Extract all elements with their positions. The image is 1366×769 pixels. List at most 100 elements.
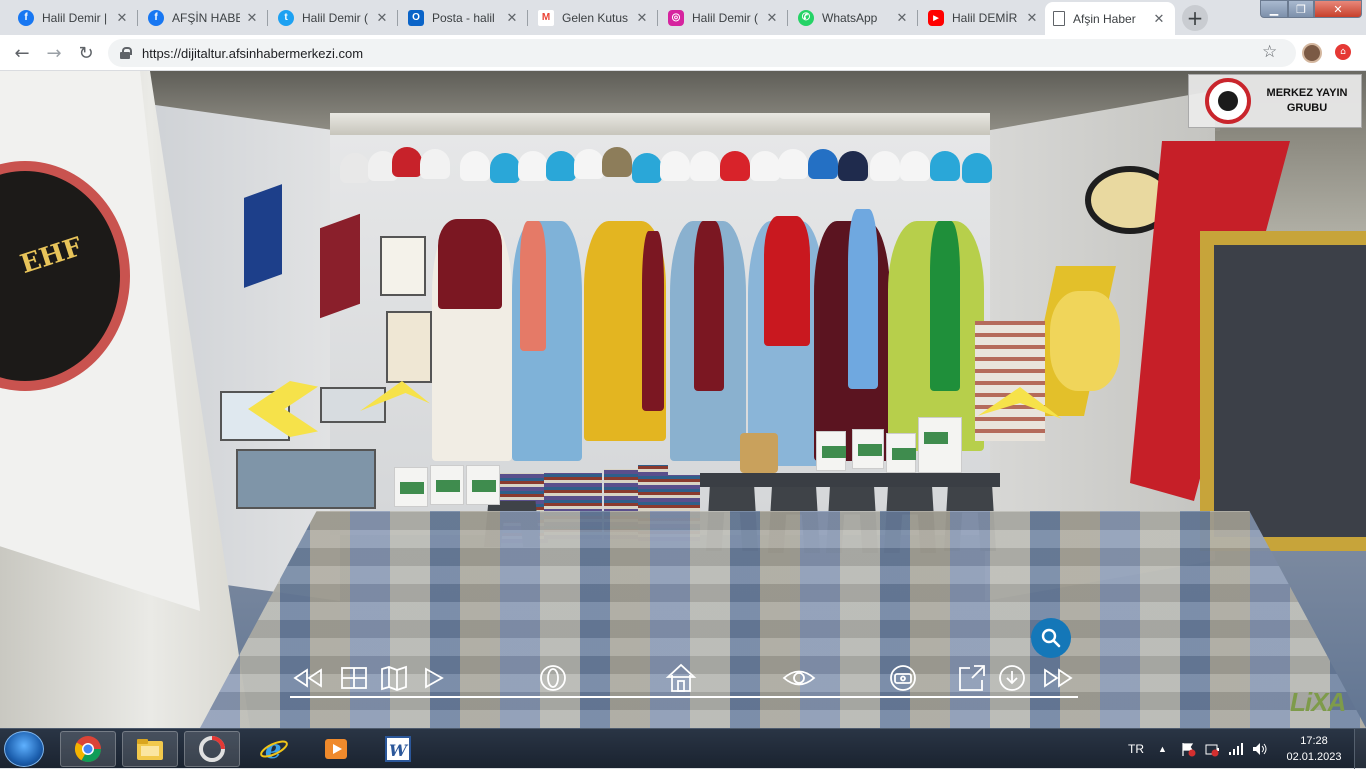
- lixa-brand-logo[interactable]: LiXA: [1290, 687, 1346, 718]
- tab-label: Posta - halil: [432, 10, 495, 25]
- close-window-button[interactable]: ✕: [1314, 0, 1362, 18]
- tab-3[interactable]: t Halil Demir ( ✕: [270, 2, 398, 33]
- taskbar-explorer[interactable]: [122, 731, 178, 767]
- taskbar-media-app[interactable]: [184, 731, 240, 767]
- logo-text: MERKEZ YAYIN GRUBU: [1266, 87, 1348, 114]
- input-language[interactable]: TR: [1128, 729, 1144, 769]
- tab-5[interactable]: M Gelen Kutus ✕: [530, 2, 658, 33]
- volume-icon[interactable]: [1252, 729, 1268, 769]
- close-tab-icon[interactable]: ✕: [244, 10, 260, 26]
- play-button[interactable]: [418, 661, 448, 695]
- close-tab-icon[interactable]: ✕: [504, 10, 520, 26]
- new-tab-button[interactable]: +: [1182, 5, 1208, 31]
- download-icon: [999, 665, 1025, 691]
- whatsapp-icon: ✆: [798, 9, 814, 26]
- tab-label: Gelen Kutus: [562, 10, 629, 25]
- video-player-icon: [325, 739, 347, 759]
- taskbar-video-player[interactable]: [308, 731, 364, 767]
- svg-text:e: e: [265, 735, 282, 764]
- tab-1[interactable]: f Halil Demir | ✕: [10, 2, 138, 33]
- map-button[interactable]: [378, 661, 410, 695]
- word-icon: W: [385, 736, 411, 762]
- tab-label: Afşin Haber: [1073, 11, 1136, 26]
- home-icon: [665, 663, 697, 692]
- view-mode-eye-icon: [782, 670, 816, 686]
- network-signal-icon[interactable]: [1228, 729, 1244, 769]
- extension-icon[interactable]: ⌂: [1335, 44, 1351, 60]
- lock-icon[interactable]: [120, 47, 132, 59]
- taskbar-internet-explorer[interactable]: e: [246, 731, 302, 767]
- tab-label: WhatsApp: [822, 10, 878, 25]
- svg-text:W: W: [389, 741, 409, 760]
- twitter-icon: t: [278, 9, 294, 26]
- tray-expand-arrow-icon[interactable]: ▲: [1158, 729, 1167, 769]
- facebook-icon: f: [148, 9, 164, 26]
- fast-forward-button[interactable]: [1040, 661, 1076, 695]
- thumbnails-button[interactable]: [338, 661, 370, 695]
- system-clock[interactable]: 17:28 02.01.2023: [1282, 733, 1346, 765]
- view-mode-button[interactable]: [780, 661, 818, 695]
- reload-icon[interactable]: ↻: [74, 41, 98, 65]
- close-tab-icon[interactable]: ✕: [764, 10, 780, 26]
- forward-arrow-icon[interactable]: →: [42, 41, 66, 65]
- shopping-bag: [394, 467, 428, 507]
- internet-explorer-icon: e: [260, 735, 288, 764]
- home-button[interactable]: [662, 661, 700, 695]
- merkez-yayin-logo[interactable]: MERKEZ YAYIN GRUBU: [1188, 74, 1362, 128]
- show-desktop-button[interactable]: [1354, 729, 1366, 769]
- youtube-icon: ▶: [928, 9, 944, 26]
- rewind-button[interactable]: [290, 661, 326, 695]
- tab-7[interactable]: ✆ WhatsApp ✕: [790, 2, 918, 33]
- tab-8[interactable]: ▶ Halil DEMİR ✕: [920, 2, 1048, 33]
- search-button[interactable]: [1031, 618, 1071, 658]
- virtual-tour-viewport[interactable]: EHF MERKEZ YAYIN GRUBU LiXA: [0, 71, 1366, 728]
- close-tab-icon[interactable]: ✕: [1024, 10, 1040, 26]
- play-icon: [425, 667, 444, 689]
- bookmark-star-icon[interactable]: ☆: [1262, 42, 1277, 62]
- fullscreen-icon: [959, 665, 985, 691]
- address-bar[interactable]: https://dijitaltur.afsinhabermerkezi.com: [108, 39, 1296, 67]
- product-bag: [816, 431, 846, 471]
- start-button[interactable]: [4, 731, 44, 767]
- taskbar-word[interactable]: W: [370, 731, 426, 767]
- close-tab-icon[interactable]: ✕: [894, 10, 910, 26]
- close-tab-icon[interactable]: ✕: [374, 10, 390, 26]
- download-button[interactable]: [996, 661, 1028, 695]
- back-arrow-icon[interactable]: ←: [10, 41, 34, 65]
- control-bar-divider: [290, 696, 1078, 698]
- close-tab-icon[interactable]: ✕: [1151, 11, 1167, 27]
- close-tab-icon[interactable]: ✕: [634, 10, 650, 26]
- vr-button[interactable]: [884, 661, 922, 695]
- map-icon: [381, 665, 407, 691]
- tab-4[interactable]: O Posta - halil ✕: [400, 2, 528, 33]
- chrome-icon: [74, 736, 102, 763]
- thumbnails-grid-icon: [341, 667, 367, 689]
- maximize-button[interactable]: ❐: [1288, 0, 1314, 18]
- seal-logo-icon: [1205, 78, 1251, 124]
- profile-avatar[interactable]: [1302, 43, 1322, 63]
- minimize-button[interactable]: ▁: [1260, 0, 1288, 18]
- gyroscope-icon: [540, 665, 566, 691]
- tab-9-active[interactable]: Afşin Haber ✕: [1045, 2, 1175, 35]
- tab-2[interactable]: f AFŞİN HABE ✕: [140, 2, 268, 33]
- fullscreen-button[interactable]: [956, 661, 988, 695]
- browser-toolbar: ← → ↻ https://dijitaltur.afsinhabermerke…: [0, 35, 1366, 71]
- action-center-flag-icon[interactable]: [1180, 729, 1196, 769]
- browser-tabstrip: f Halil Demir | ✕ f AFŞİN HABE ✕ t Halil…: [0, 0, 1366, 35]
- close-tab-icon[interactable]: ✕: [114, 10, 130, 26]
- clock-date: 02.01.2023: [1286, 751, 1342, 763]
- windows-taskbar: e W TR ▲ 17:28 02.01.2023: [0, 728, 1366, 769]
- search-icon: [1041, 628, 1061, 648]
- taskbar-chrome[interactable]: [60, 731, 116, 767]
- explorer-folder-icon: [137, 739, 163, 760]
- battery-warning-icon[interactable]: [1204, 729, 1220, 769]
- gold-mirror: [1200, 231, 1366, 551]
- url-text[interactable]: https://dijitaltur.afsinhabermerkezi.com: [142, 46, 363, 61]
- fast-forward-icon: [1044, 668, 1073, 688]
- tab-6[interactable]: ◎ Halil Demir ( ✕: [660, 2, 788, 33]
- gyroscope-button[interactable]: [536, 661, 570, 695]
- tab-label: Halil DEMİR: [952, 10, 1018, 25]
- media-app-icon: [199, 736, 225, 762]
- rewind-icon: [293, 668, 322, 688]
- outlook-icon: O: [408, 9, 424, 26]
